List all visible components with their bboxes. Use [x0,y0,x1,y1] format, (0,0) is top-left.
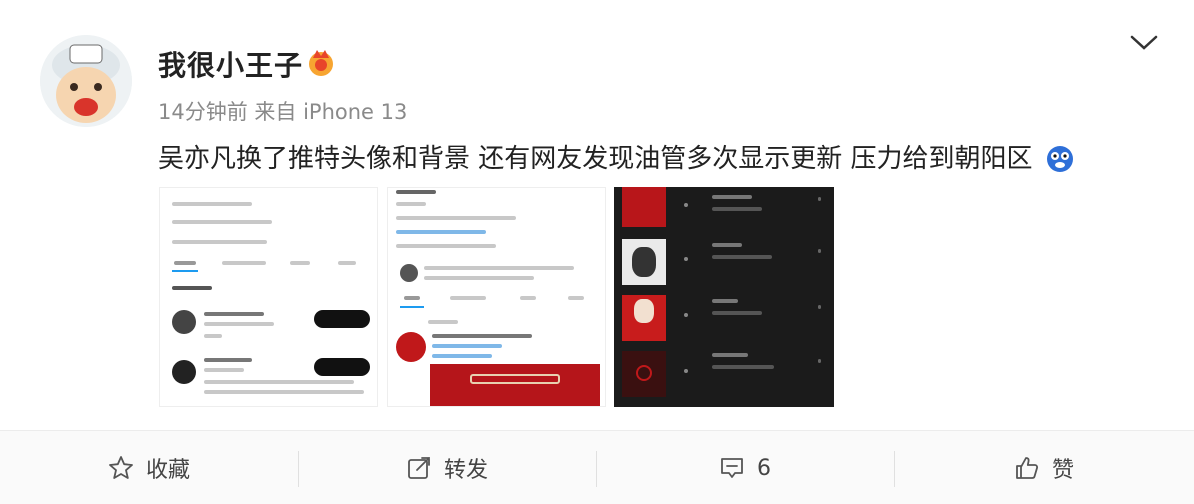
image-more-dot [818,197,821,201]
star-icon [109,456,133,479]
image-heading-line [172,286,212,290]
image-rank-line [684,313,688,317]
image-link-line [396,230,486,234]
comment-count: 6 [757,455,771,481]
image-text-line [712,243,742,247]
avatar-image [40,35,132,127]
image-follow-pill [314,310,370,328]
image-link-line [432,344,502,348]
image-text-line [712,353,748,357]
image-rank-line [684,369,688,373]
image-text-line [424,276,534,280]
image-album-cover [622,295,666,341]
post-image-2[interactable] [387,187,606,407]
like-button[interactable]: 赞 [894,431,1194,504]
image-tab [174,261,196,265]
image-text-line [712,255,772,259]
post-meta: 14分钟前 来自 iPhone 13 [158,100,408,124]
post-text: 吴亦凡换了推特头像和背景 还有网友发现油管多次显示更新 压力给到朝阳区 [158,138,1075,175]
image-user-avatar [396,332,426,362]
image-portrait [632,247,656,277]
image-album-cover [622,187,666,227]
collect-button[interactable]: 收藏 [0,431,298,504]
image-album-cover [622,351,666,397]
image-tab [568,296,584,300]
vip-badge-icon [309,50,333,76]
image-text-line [204,368,244,372]
image-album-cover [622,239,666,285]
image-text-line [712,195,752,199]
collect-label: 收藏 [145,458,190,483]
share-icon [408,457,430,479]
image-text-line [712,299,738,303]
image-text-line [204,322,274,326]
post-text-content: 吴亦凡换了推特头像和背景 还有网友发现油管多次显示更新 压力给到朝阳区 [158,144,1033,174]
image-album-banner [430,364,600,406]
image-active-tab-indicator [400,306,424,308]
image-more-dot [818,359,821,363]
image-text-line [204,358,252,362]
image-tab [520,296,536,300]
image-text-line [712,207,762,211]
image-text-line [424,266,574,270]
thumbs-up-icon [1016,457,1039,479]
image-link-line [432,354,492,358]
image-text-line [428,320,458,324]
image-text-line [172,202,252,206]
image-portrait [634,299,654,323]
post-image-1[interactable] [159,187,378,407]
comment-button[interactable]: 6 [596,431,894,504]
image-user-avatar [400,264,418,282]
image-text-line [432,334,532,338]
image-text-line [396,216,516,220]
image-tab [290,261,310,265]
like-label: 赞 [1051,458,1074,483]
image-user-avatar [172,360,196,384]
image-text-line [204,312,264,316]
image-text-line [712,311,762,315]
image-text-line [396,244,496,248]
image-text-line [396,202,426,206]
image-text-line [172,220,272,224]
image-text-line [204,380,354,384]
repost-label: 转发 [443,458,488,483]
image-follow-pill [314,358,370,376]
image-tab [338,261,356,265]
post-image-3[interactable] [614,187,834,407]
image-rank-line [684,257,688,261]
avatar[interactable] [40,35,132,127]
image-tab [404,296,420,300]
image-more-dot [818,305,821,309]
comment-icon [721,458,743,478]
image-tab [222,261,266,265]
image-rank-line [684,203,688,207]
repost-button[interactable]: 转发 [298,431,596,504]
action-bar: 收藏 转发 6 赞 [0,430,1194,504]
username[interactable]: 我很小王子 [158,44,303,84]
image-album-title-box [470,374,560,384]
image-text-line [712,365,774,369]
image-active-tab-indicator [172,270,198,272]
image-tab [450,296,486,300]
image-text-line [396,190,436,194]
chevron-down-icon[interactable] [1128,32,1160,54]
image-user-avatar [172,310,196,334]
image-text-line [204,390,364,394]
emoji-icon [1046,146,1073,172]
image-disc [636,365,652,381]
image-text-line [172,240,267,244]
image-text-line [204,334,222,338]
image-more-dot [818,249,821,253]
